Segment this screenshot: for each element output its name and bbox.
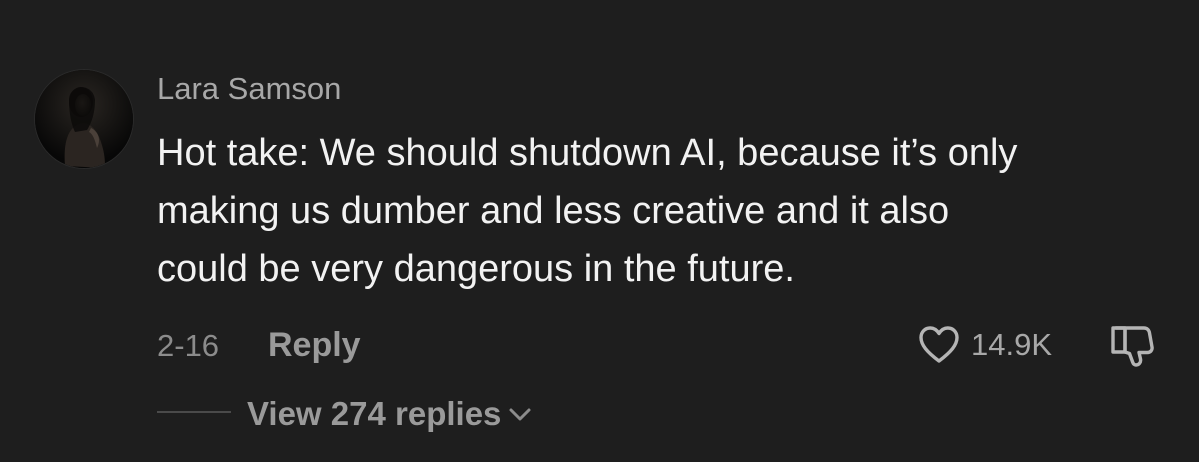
like-count: 14.9K bbox=[971, 327, 1053, 362]
comment-text-line: could be very dangerous in the future. bbox=[157, 248, 795, 290]
avatar[interactable] bbox=[35, 70, 133, 168]
comment-text: Hot take: We should shutdown AI, because… bbox=[157, 124, 1187, 298]
dislike-button[interactable] bbox=[1108, 322, 1158, 368]
heart-outline-icon bbox=[919, 326, 959, 363]
chevron-down-icon bbox=[509, 408, 531, 421]
replies-divider bbox=[157, 411, 231, 413]
thumbs-down-outline-icon bbox=[1111, 326, 1154, 367]
profile-photo-icon bbox=[35, 70, 133, 168]
like-button[interactable]: 14.9K bbox=[917, 322, 1052, 368]
username[interactable]: Lara Samson bbox=[157, 70, 341, 108]
view-replies-label: View 274 replies bbox=[247, 395, 502, 432]
comment-date: 2-16 bbox=[157, 328, 220, 363]
view-replies-button[interactable]: View 274 replies bbox=[247, 393, 533, 435]
comment-text-line: Hot take: We should shutdown AI, because… bbox=[157, 132, 1018, 174]
comment-text-line: making us dumber and less creative and i… bbox=[157, 190, 950, 232]
reply-button[interactable]: Reply bbox=[268, 325, 361, 365]
comment-item: Lara Samson Hot take: We should shutdown… bbox=[0, 0, 1199, 462]
